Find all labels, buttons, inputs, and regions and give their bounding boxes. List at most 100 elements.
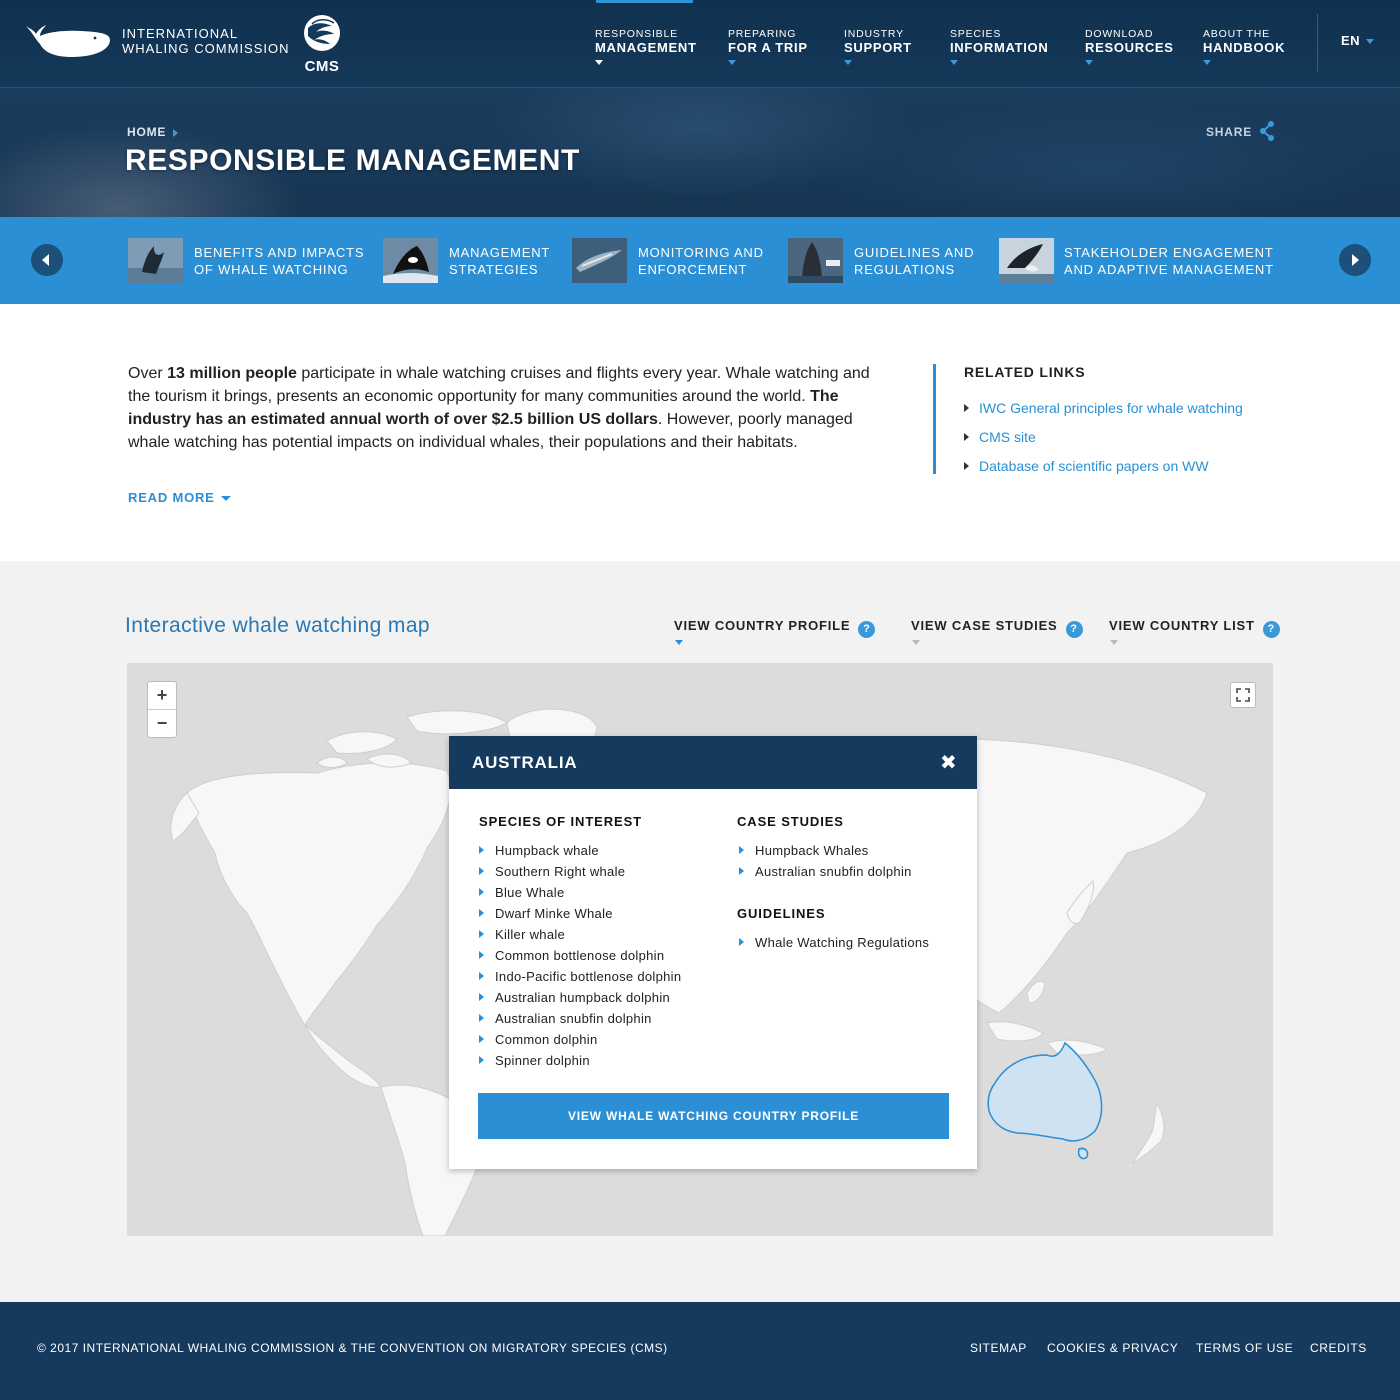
fullscreen-button[interactable] <box>1230 682 1256 708</box>
chevron-down-icon <box>595 60 603 65</box>
footer-link-sitemap[interactable]: SITEMAP <box>970 1341 1027 1355</box>
tab-view-country-profile[interactable]: VIEW COUNTRY PROFILE? <box>674 618 876 645</box>
zoom-out-button[interactable]: − <box>148 710 176 738</box>
country-popup: AUSTRALIA ✖ SPECIES OF INTEREST Humpback… <box>449 736 977 1169</box>
breadcrumb: HOME <box>127 125 179 139</box>
map-land-central-america <box>304 1024 382 1088</box>
species-link[interactable]: Humpback whale <box>479 843 599 858</box>
logo-text: INTERNATIONAL WHALING COMMISSION <box>122 26 290 56</box>
nav-about-the-handbook[interactable]: ABOUT THE HANDBOOK <box>1203 27 1285 65</box>
subnav-item-stakeholder[interactable]: STAKEHOLDER ENGAGEMENT AND ADAPTIVE MANAG… <box>999 238 1284 283</box>
language-label: EN <box>1341 33 1361 48</box>
case-study-label: Australian snubfin dolphin <box>755 864 912 879</box>
read-more-button[interactable]: READ MORE <box>128 490 231 505</box>
view-country-profile-button[interactable]: VIEW WHALE WATCHING COUNTRY PROFILE <box>478 1093 949 1139</box>
map-land-north-america <box>186 762 451 1026</box>
related-link[interactable]: IWC General principles for whale watchin… <box>964 400 1243 416</box>
tab-label: VIEW COUNTRY PROFILE <box>674 618 851 633</box>
footer-link-cookies-privacy[interactable]: COOKIES & PRIVACY <box>1047 1341 1178 1355</box>
related-link-label: IWC General principles for whale watchin… <box>979 400 1243 416</box>
species-label: Dwarf Minke Whale <box>495 906 613 921</box>
species-link[interactable]: Common bottlenose dolphin <box>479 948 664 963</box>
subnav-label: MANAGEMENT STRATEGIES <box>449 244 550 278</box>
bullet-arrow-icon <box>739 938 744 946</box>
bullet-arrow-icon <box>479 846 484 854</box>
nav-preparing-for-a-trip[interactable]: PREPARING FOR A TRIP <box>728 27 808 65</box>
chevron-right-icon <box>1352 254 1359 266</box>
bullet-arrow-icon <box>479 993 484 1001</box>
related-links-title: RELATED LINKS <box>964 364 1086 380</box>
close-icon[interactable]: ✖ <box>940 750 957 775</box>
nav-industry-support[interactable]: INDUSTRY SUPPORT <box>844 27 912 65</box>
case-study-link[interactable]: Australian snubfin dolphin <box>739 864 912 879</box>
share-button[interactable]: SHARE <box>1206 121 1274 141</box>
subnav-item-guidelines[interactable]: GUIDELINES AND REGULATIONS <box>788 238 978 283</box>
logo-line1: INTERNATIONAL <box>122 26 239 41</box>
subnav-label: BENEFITS AND IMPACTS OF WHALE WATCHING <box>194 244 364 278</box>
help-icon[interactable]: ? <box>1065 621 1083 638</box>
species-link[interactable]: Spinner dolphin <box>479 1053 590 1068</box>
logo-line2: WHALING COMMISSION <box>122 41 290 56</box>
species-label: Humpback whale <box>495 843 599 858</box>
species-link[interactable]: Australian humpback dolphin <box>479 990 670 1005</box>
breadcrumb-home[interactable]: HOME <box>127 125 166 139</box>
cms-globe-icon <box>304 15 340 51</box>
case-study-link[interactable]: Humpback Whales <box>739 843 869 858</box>
chevron-right-icon <box>173 128 179 137</box>
map-land-australia <box>987 1041 1103 1142</box>
species-link[interactable]: Common dolphin <box>479 1032 597 1047</box>
guideline-label: Whale Watching Regulations <box>755 935 930 950</box>
species-link[interactable]: Dwarf Minke Whale <box>479 906 613 921</box>
species-label: Southern Right whale <box>495 864 626 879</box>
related-link[interactable]: CMS site <box>964 429 1036 445</box>
copyright-text: © 2017 INTERNATIONAL WHALING COMMISSION … <box>37 1341 668 1355</box>
bullet-arrow-icon <box>739 846 744 854</box>
species-link[interactable]: Australian snubfin dolphin <box>479 1011 652 1026</box>
species-label: Indo-Pacific bottlenose dolphin <box>495 969 682 984</box>
species-of-interest-title: SPECIES OF INTEREST <box>479 814 643 829</box>
species-link[interactable]: Blue Whale <box>479 885 564 900</box>
share-label: SHARE <box>1206 125 1253 139</box>
subnav-item-benefits[interactable]: BENEFITS AND IMPACTS OF WHALE WATCHING <box>128 238 364 283</box>
nav-line1: PREPARING <box>728 28 797 40</box>
read-more-label: READ MORE <box>128 490 215 505</box>
intro-paragraph: Over 13 million people participate in wh… <box>128 362 888 454</box>
species-link[interactable]: Southern Right whale <box>479 864 625 879</box>
subnav-item-monitoring[interactable]: MONITORING AND ENFORCEMENT <box>572 238 767 283</box>
subnav-prev-button[interactable] <box>31 244 63 276</box>
map-land-tasmania <box>1077 1147 1089 1160</box>
guideline-link[interactable]: Whale Watching Regulations <box>739 935 929 950</box>
subnav-next-button[interactable] <box>1339 244 1371 276</box>
subnav-item-management-strategies[interactable]: MANAGEMENT STRATEGIES <box>383 238 553 283</box>
nav-line1: SPECIES <box>950 28 1002 40</box>
nav-species-information[interactable]: SPECIES INFORMATION <box>950 27 1048 65</box>
nav-download-resources[interactable]: DOWNLOAD RESOURCES <box>1085 27 1174 65</box>
species-link[interactable]: Indo-Pacific bottlenose dolphin <box>479 969 681 984</box>
bullet-arrow-icon <box>479 867 484 875</box>
bullet-arrow-icon <box>479 1035 484 1043</box>
tab-view-case-studies[interactable]: VIEW CASE STUDIES? <box>911 618 1083 645</box>
subnav-label: MONITORING AND ENFORCEMENT <box>638 244 764 278</box>
footer-link-credits[interactable]: CREDITS <box>1310 1341 1367 1355</box>
fullscreen-icon <box>1236 688 1250 702</box>
species-link[interactable]: Killer whale <box>479 927 565 942</box>
language-selector[interactable]: EN <box>1341 33 1375 48</box>
tab-view-country-list[interactable]: VIEW COUNTRY LIST? <box>1109 618 1280 645</box>
related-link[interactable]: Database of scientific papers on WW <box>964 458 1209 474</box>
footer-link-terms[interactable]: TERMS OF USE <box>1196 1341 1293 1355</box>
chevron-down-icon <box>912 640 920 645</box>
bullet-arrow-icon <box>479 1056 484 1064</box>
whale-logo-icon[interactable] <box>24 20 112 60</box>
subnav-line1: MONITORING AND <box>638 245 764 260</box>
cms-logo[interactable]: CMS <box>300 14 344 75</box>
help-icon[interactable]: ? <box>1262 621 1280 638</box>
bullet-arrow-icon <box>964 433 969 441</box>
nav-line1: DOWNLOAD <box>1085 28 1154 40</box>
chevron-down-icon <box>1085 60 1093 65</box>
subnav-line2: OF WHALE WATCHING <box>194 262 349 277</box>
zoom-in-button[interactable]: + <box>148 682 176 710</box>
chevron-down-icon <box>728 60 736 65</box>
help-icon[interactable]: ? <box>858 621 876 638</box>
nav-responsible-management[interactable]: RESPONSIBLE MANAGEMENT <box>595 27 697 65</box>
intro-highlight-1: 13 million people <box>167 365 297 382</box>
